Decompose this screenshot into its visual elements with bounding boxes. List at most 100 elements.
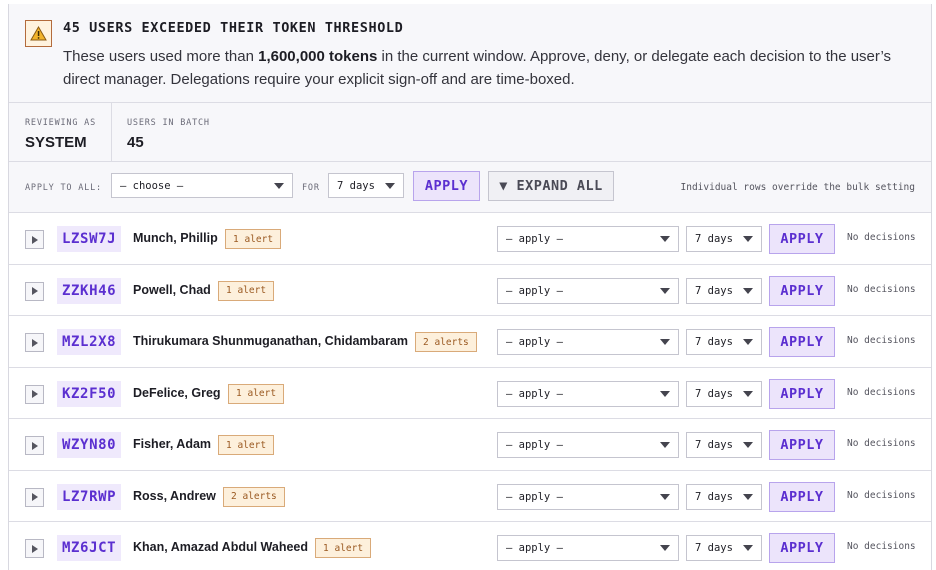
row-duration-value: 7 days bbox=[695, 233, 733, 245]
chevron-down-icon bbox=[743, 390, 753, 397]
expand-all-button[interactable]: ▼ EXPAND ALL bbox=[488, 171, 614, 201]
user-id[interactable]: ZZKH46 bbox=[57, 277, 122, 304]
threshold-banner: 45 USERS EXCEEDED THEIR TOKEN THRESHOLD … bbox=[9, 6, 931, 102]
alert-count-badge[interactable]: 1 alert bbox=[218, 280, 275, 301]
row-duration-select[interactable]: 7 days bbox=[686, 380, 762, 407]
chevron-right-icon bbox=[31, 338, 38, 347]
batch-meta: REVIEWING AS SYSTEM USERS IN BATCH 45 bbox=[9, 103, 931, 161]
chevron-right-icon bbox=[31, 287, 38, 295]
row-apply-button[interactable]: APPLY bbox=[769, 533, 835, 563]
row-duration-select[interactable]: 7 days bbox=[686, 226, 762, 252]
row-duration-select[interactable]: 7 days bbox=[686, 277, 762, 304]
row-apply-button[interactable]: APPLY bbox=[769, 430, 835, 460]
row-apply-button[interactable]: APPLY bbox=[769, 224, 835, 254]
user-id[interactable]: MZL2X8 bbox=[57, 329, 122, 355]
table-row: MZL2X8 Thirukumara Shunmuganathan, Chidam… bbox=[9, 315, 931, 367]
user-name: DeFelice, Greg bbox=[133, 385, 221, 400]
row-apply-button[interactable]: APPLY bbox=[769, 327, 835, 357]
bulk-apply-button[interactable]: APPLY bbox=[413, 171, 480, 201]
row-decision-value: — apply — bbox=[506, 490, 563, 503]
decision-status: No decisions bbox=[847, 283, 916, 295]
row-decision-value: — apply — bbox=[506, 233, 563, 245]
token-threshold: 1,600,000 tokens bbox=[258, 48, 378, 65]
chevron-right-icon bbox=[31, 390, 38, 398]
bulk-decision-value: — choose — bbox=[120, 179, 184, 192]
row-decision-select[interactable]: — apply — bbox=[497, 226, 679, 252]
chevron-down-icon bbox=[743, 545, 753, 551]
alert-count-badge[interactable]: 1 alert bbox=[225, 229, 282, 249]
row-duration-select[interactable]: 7 days bbox=[686, 483, 762, 510]
row-apply-button[interactable]: APPLY bbox=[769, 275, 835, 306]
chevron-down-icon bbox=[660, 339, 670, 345]
chevron-down-icon bbox=[660, 493, 670, 500]
bulk-duration-select[interactable]: 7 days bbox=[328, 173, 404, 198]
user-id[interactable]: LZ7RWP bbox=[57, 483, 122, 510]
alert-count-badge[interactable]: 1 alert bbox=[315, 538, 372, 558]
expand-row-button[interactable] bbox=[25, 333, 44, 352]
decision-status: No decisions bbox=[847, 489, 916, 501]
reviewing-as-label: REVIEWING AS bbox=[25, 118, 97, 128]
expand-row-button[interactable] bbox=[25, 436, 44, 455]
user-name: Powell, Chad bbox=[133, 282, 211, 297]
chevron-down-icon bbox=[660, 287, 670, 294]
decision-status: No decisions bbox=[847, 386, 916, 398]
row-apply-button[interactable]: APPLY bbox=[769, 481, 835, 512]
review-panel: 45 USERS EXCEEDED THEIR TOKEN THRESHOLD … bbox=[8, 4, 932, 570]
reviewing-as-value: SYSTEM bbox=[25, 134, 87, 151]
bulk-duration-value: 7 days bbox=[337, 179, 375, 192]
row-duration-value: 7 days bbox=[695, 284, 733, 297]
row-decision-value: — apply — bbox=[506, 284, 563, 297]
user-name: Fisher, Adam bbox=[133, 437, 212, 451]
expand-row-button[interactable] bbox=[25, 487, 44, 507]
decision-status: No decisions bbox=[847, 335, 916, 346]
alert-count-badge[interactable]: 1 alert bbox=[228, 383, 285, 404]
row-apply-button[interactable]: APPLY bbox=[769, 378, 835, 409]
user-id[interactable]: WZYN80 bbox=[57, 432, 122, 458]
row-decision-value: — apply — bbox=[506, 542, 563, 554]
alert-count-badge[interactable]: 2 alerts bbox=[415, 332, 477, 352]
expand-row-button[interactable] bbox=[25, 281, 44, 301]
user-name: Thirukumara Shunmuganathan, Chidambaram bbox=[133, 334, 409, 348]
row-duration-select[interactable]: 7 days bbox=[686, 535, 762, 561]
expand-row-button[interactable] bbox=[25, 384, 44, 404]
desc-text-before: These users used more than bbox=[63, 48, 259, 65]
row-decision-select[interactable]: — apply — bbox=[497, 380, 679, 407]
row-decision-select[interactable]: — apply — bbox=[497, 277, 679, 304]
warning-icon bbox=[25, 20, 52, 47]
chevron-down-icon bbox=[385, 182, 395, 189]
user-id[interactable]: LZSW7J bbox=[57, 226, 122, 252]
chevron-right-icon bbox=[31, 235, 38, 244]
chevron-down-icon bbox=[743, 287, 753, 294]
bulk-action-bar: APPLY TO ALL: — choose — FOR 7 days APPL… bbox=[9, 162, 931, 212]
user-name: Khan, Amazad Abdul Waheed bbox=[133, 540, 309, 554]
chevron-right-icon bbox=[31, 493, 38, 501]
chevron-down-icon bbox=[660, 390, 670, 397]
bulk-decision-select[interactable]: — choose — bbox=[111, 173, 293, 198]
users-in-batch-value: 45 bbox=[127, 134, 144, 151]
bulk-override-note: Individual rows override the bulk settin… bbox=[680, 182, 916, 193]
user-name: Munch, Phillip bbox=[133, 231, 218, 245]
table-row: ZZKH46 Powell, Chad 1 alert — apply — 7 days… bbox=[9, 263, 931, 316]
row-decision-select[interactable]: — apply — bbox=[497, 329, 679, 355]
row-decision-value: — apply — bbox=[506, 387, 563, 400]
expand-row-button[interactable] bbox=[25, 539, 44, 558]
row-decision-select[interactable]: — apply — bbox=[497, 535, 679, 561]
chevron-down-icon bbox=[660, 442, 670, 448]
decision-status: No decisions bbox=[847, 541, 916, 552]
for-label: FOR bbox=[302, 183, 320, 193]
user-id[interactable]: KZ2F50 bbox=[57, 380, 122, 407]
chevron-down-icon bbox=[743, 442, 753, 448]
row-duration-select[interactable]: 7 days bbox=[686, 329, 762, 355]
table-row: MZ6JCT Khan, Amazad Abdul Waheed 1 alert — … bbox=[9, 521, 931, 570]
row-decision-select[interactable]: — apply — bbox=[497, 432, 679, 458]
chevron-down-icon bbox=[743, 493, 753, 500]
alert-count-badge[interactable]: 2 alerts bbox=[223, 486, 285, 507]
expand-row-button[interactable] bbox=[25, 230, 44, 249]
banner-title: 45 USERS EXCEEDED THEIR TOKEN THRESHOLD bbox=[63, 20, 404, 36]
banner-description: These users used more than 1,600,000 tok… bbox=[63, 46, 923, 91]
user-id[interactable]: MZ6JCT bbox=[57, 535, 122, 561]
chevron-down-icon bbox=[743, 339, 753, 345]
row-duration-select[interactable]: 7 days bbox=[686, 432, 762, 458]
row-decision-select[interactable]: — apply — bbox=[497, 483, 679, 510]
alert-count-badge[interactable]: 1 alert bbox=[218, 435, 275, 455]
